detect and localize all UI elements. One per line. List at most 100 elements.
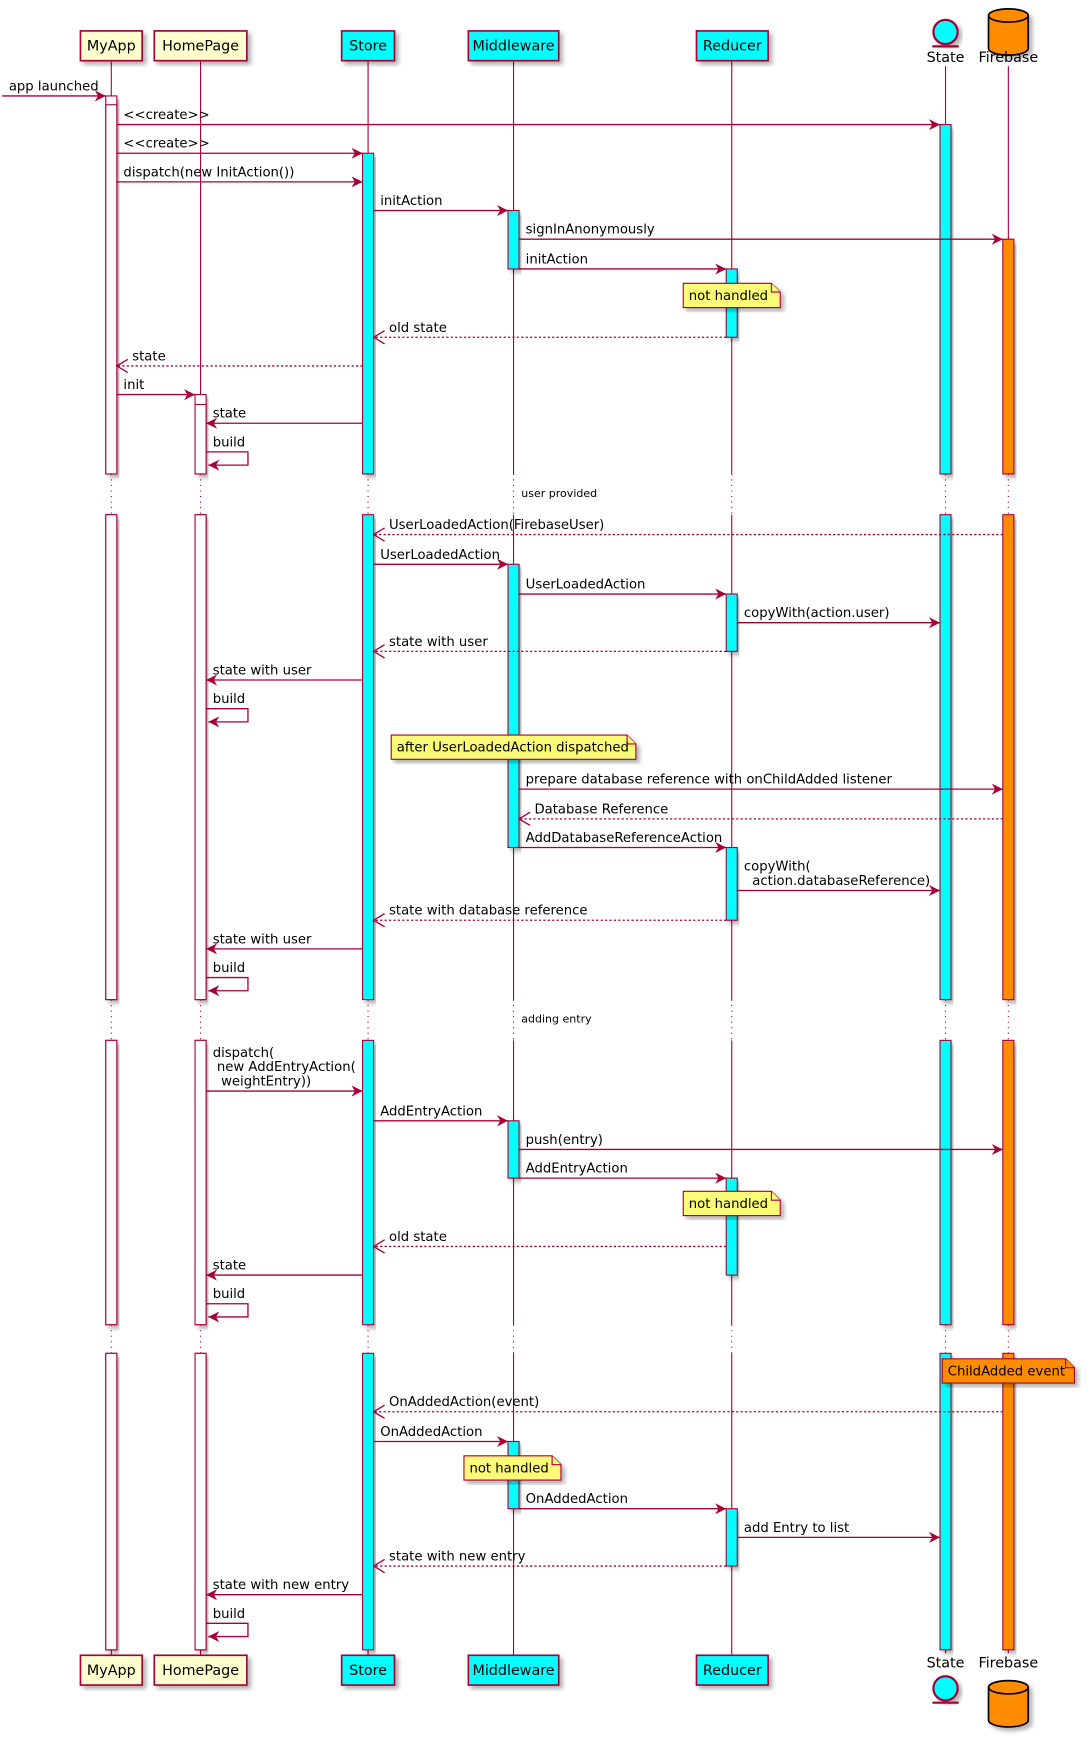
participant-myapp-bottom: MyApp <box>79 1654 143 1686</box>
message: build <box>206 1607 249 1643</box>
participant-state-top: State <box>927 18 965 66</box>
message-label: build <box>213 1287 246 1302</box>
message-label: state with new entry <box>389 1550 526 1565</box>
participant-state-bottom: State <box>927 1655 965 1704</box>
activation-reducer <box>725 593 738 652</box>
divider-label: user provided <box>521 487 597 500</box>
activation-firebase <box>1002 238 1015 475</box>
message: prepare database reference with onChildA… <box>519 773 1003 795</box>
activation-middleware <box>507 1120 520 1179</box>
message: state with user <box>206 932 363 955</box>
message: UserLoadedAction <box>519 578 727 600</box>
activation-middleware <box>507 209 520 270</box>
note-text: not handled <box>689 289 768 304</box>
sequence-diagram: app launched <<create>> <<create>> dispatch… <box>2 8 1076 1728</box>
message-label: state with user <box>389 635 488 650</box>
entity-icon <box>932 18 959 48</box>
message-label: dispatch( new AddEntryAction( weightEntr… <box>213 1046 356 1090</box>
message-label: init <box>123 378 144 393</box>
message-label: state <box>213 1259 247 1274</box>
message: <<create>> <box>116 108 941 131</box>
participant-middleware-bottom: Middleware <box>467 1654 560 1686</box>
participant-label: HomePage <box>162 1663 239 1679</box>
message: UserLoadedAction(FirebaseUser) <box>372 518 1003 542</box>
participant-label: MyApp <box>87 39 136 55</box>
activation-homepage-inner <box>194 1352 207 1651</box>
participant-homepage-top: HomePage <box>153 30 248 62</box>
activation-firebase <box>1002 1039 1015 1326</box>
participant-label: Firebase <box>979 50 1039 66</box>
activation-reducer <box>725 1508 738 1567</box>
message-label: copyWith( action.databaseReference) <box>744 860 930 889</box>
message-label: build <box>213 435 246 450</box>
participant-firebase-bottom: Firebase <box>979 1655 1039 1728</box>
message: dispatch(new InitAction()) <box>116 165 363 188</box>
participant-myapp-top: MyApp <box>79 30 143 62</box>
participant-store-bottom: Store <box>340 1654 396 1686</box>
message-label: prepare database reference with onChildA… <box>526 773 893 788</box>
message: UserLoadedAction <box>373 548 509 570</box>
activation-myapp-inner <box>105 1039 118 1326</box>
message-label: app launched <box>9 79 99 94</box>
participant-label: Reducer <box>703 1663 762 1679</box>
participant-label: State <box>927 1655 965 1671</box>
message-label: UserLoadedAction(FirebaseUser) <box>389 518 604 533</box>
message: build <box>206 692 249 728</box>
activation-myapp-inner <box>105 514 118 1001</box>
message: copyWith( action.databaseReference) <box>737 860 941 896</box>
message-label: OnAddedAction <box>526 1492 628 1507</box>
message-label: OnAddedAction(event) <box>389 1395 539 1410</box>
message-label: initAction <box>380 194 442 209</box>
participant-reducer-top: Reducer <box>695 30 769 62</box>
message: state with user <box>372 635 727 659</box>
activation-homepage-inner <box>194 1039 207 1326</box>
activation-middleware <box>507 563 520 849</box>
arrow-head <box>372 330 385 345</box>
message: <<create>> <box>116 137 363 159</box>
message: OnAddedAction(event) <box>372 1395 1003 1419</box>
message-label: state <box>132 349 165 364</box>
activation-firebase <box>1002 1352 1015 1651</box>
message-label: AddEntryAction <box>526 1162 628 1177</box>
message-label: old state <box>389 1230 447 1245</box>
participant-label: Middleware <box>472 39 554 55</box>
message: build <box>206 435 249 471</box>
message: app launched <box>2 79 106 102</box>
message: state with new entry <box>206 1578 363 1601</box>
message-label: initAction <box>526 252 588 267</box>
message: push(entry) <box>519 1133 1003 1155</box>
message: old state <box>372 1230 727 1254</box>
message: add Entry to list <box>737 1521 941 1543</box>
message-label: build <box>213 692 246 707</box>
message-label: add Entry to list <box>744 1521 849 1536</box>
arrow-head <box>372 1239 385 1254</box>
arrow-head <box>372 1558 385 1574</box>
participant-homepage-bottom: HomePage <box>153 1654 248 1686</box>
message-label: state with new entry <box>213 1578 350 1593</box>
message-label: signInAnonymously <box>526 223 655 238</box>
participant-label: Store <box>349 39 387 55</box>
message: init <box>116 378 196 401</box>
arrow-head <box>372 644 385 659</box>
participant-label: Firebase <box>979 1655 1039 1671</box>
note-text: not handled <box>689 1197 768 1212</box>
activation-state <box>939 124 952 475</box>
message: state <box>115 349 363 374</box>
message: Database Reference <box>517 802 1003 827</box>
participant-reducer-bottom: Reducer <box>695 1654 769 1686</box>
message: state <box>206 1259 363 1281</box>
activation-reducer <box>725 846 738 921</box>
message-label: state with database reference <box>389 904 588 919</box>
activation-store <box>362 1352 375 1651</box>
message: AddEntryAction <box>373 1104 509 1127</box>
divider-label: adding entry <box>521 1013 592 1026</box>
participant-label: Store <box>349 1663 387 1679</box>
message: signInAnonymously <box>519 223 1003 245</box>
message: old state <box>372 321 727 345</box>
message-label: AddDatabaseReferenceAction <box>526 831 723 846</box>
message: OnAddedAction <box>373 1425 509 1448</box>
message-label: state with user <box>213 663 312 678</box>
activation-store <box>362 514 375 1001</box>
activation-state <box>939 514 952 1001</box>
message: initAction <box>373 194 509 217</box>
